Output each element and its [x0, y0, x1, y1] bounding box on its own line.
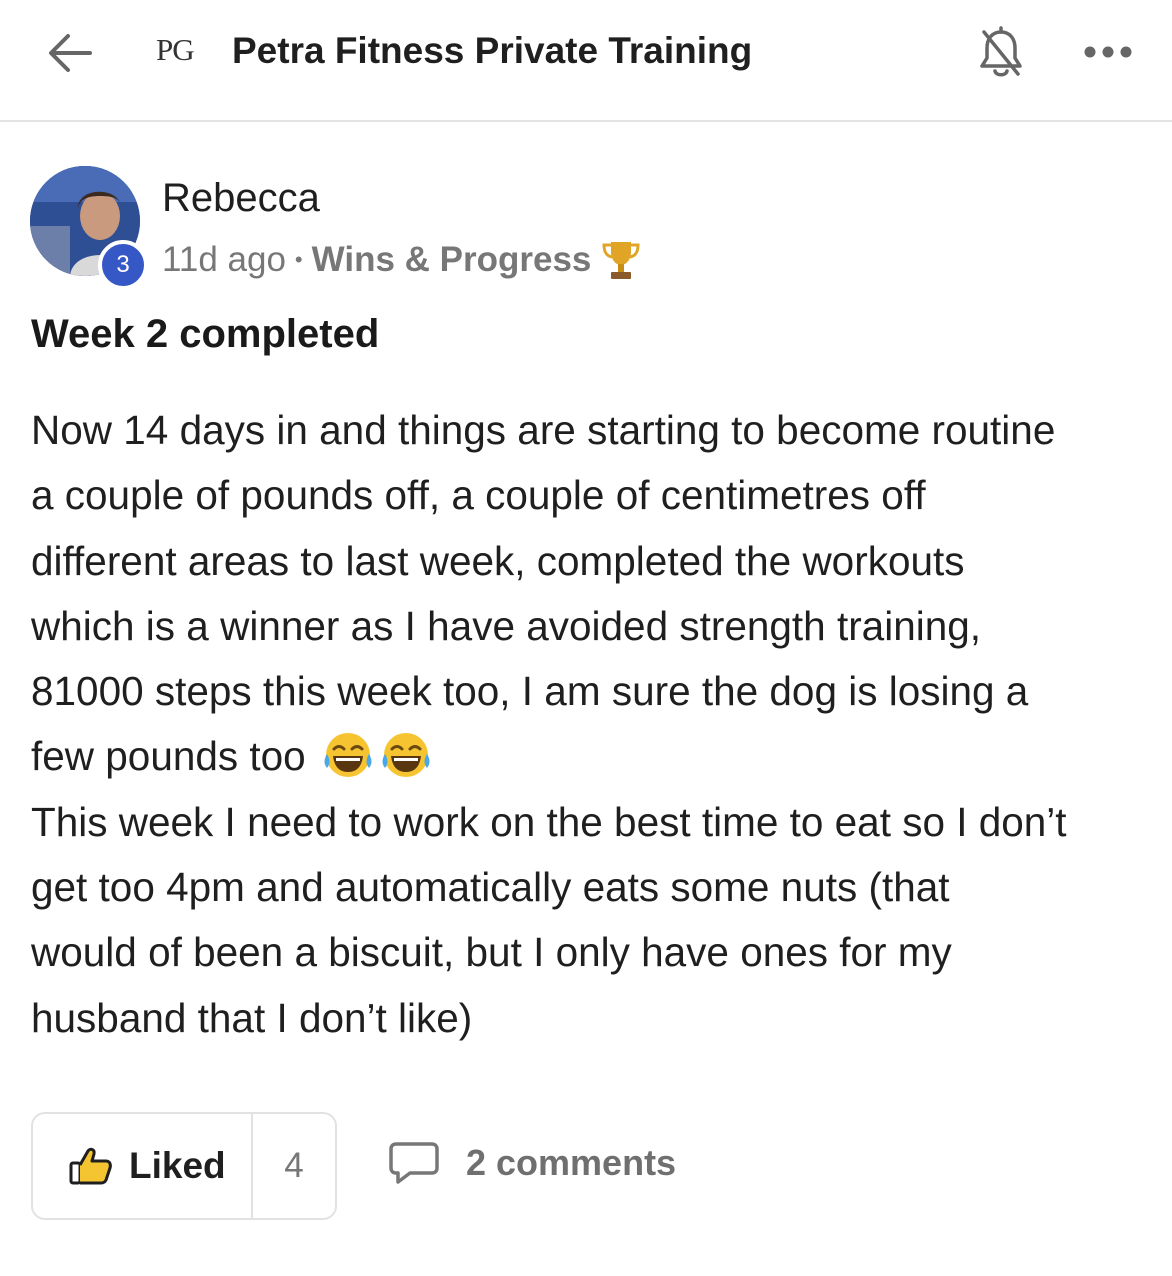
comments-label: 2 comments: [466, 1142, 677, 1183]
trophy-icon: [602, 242, 640, 279]
post-body-line: different areas to last week, completed …: [31, 537, 965, 584]
like-button[interactable]: Liked: [33, 1114, 253, 1218]
tears-of-joy-emoji: [379, 728, 433, 782]
post-body-line: get too 4pm and automatically eats some …: [31, 864, 950, 911]
post-body-line-text: few pounds too: [31, 733, 306, 780]
group-title[interactable]: Petra Fitness Private Training: [232, 30, 752, 72]
notifications-toggle-button[interactable]: [976, 26, 1026, 82]
post-body-line: husband that I don’t like): [31, 994, 473, 1041]
author-avatar-container: 3: [30, 166, 148, 290]
like-count[interactable]: 4: [253, 1114, 335, 1218]
post-time: 11d ago: [162, 240, 286, 279]
post-body-line: This week I need to work on the best tim…: [31, 798, 1067, 845]
comments-button[interactable]: 2 comments: [388, 1140, 676, 1186]
post-body-line-with-emoji: few pounds too: [31, 724, 1151, 789]
tears-of-joy-emoji: [321, 728, 375, 782]
comment-icon: [389, 1142, 439, 1184]
like-label: Liked: [129, 1145, 226, 1186]
post-body: Now 14 days in and things are starting t…: [31, 398, 1151, 1051]
top-bar: PG Petra Fitness Private Training: [0, 0, 1172, 122]
meta-separator: •: [294, 247, 303, 272]
like-control: Liked 4: [31, 1112, 337, 1220]
thumbs-up-icon: [69, 1147, 112, 1185]
post-body-line: 81000 steps this week too, I am sure the…: [31, 668, 1029, 715]
post-meta: 11d ago • Wins & Progress: [162, 238, 641, 282]
more-options-button[interactable]: [1082, 38, 1134, 66]
bell-off-icon: [980, 26, 1022, 77]
post-title: Week 2 completed: [31, 312, 380, 356]
group-logo[interactable]: PG: [156, 32, 195, 68]
more-horizontal-icon: [1084, 46, 1132, 58]
level-badge: 3: [98, 240, 148, 290]
arrow-left-icon: [49, 34, 92, 72]
post-category[interactable]: Wins & Progress: [312, 240, 592, 280]
post-body-line: which is a winner as I have avoided stre…: [31, 602, 982, 649]
post-body-line: a couple of pounds off, a couple of cent…: [31, 472, 926, 519]
author-name[interactable]: Rebecca: [162, 176, 320, 221]
back-button[interactable]: [44, 28, 96, 78]
post-body-line: would of been a biscuit, but I only have…: [31, 929, 952, 976]
post-body-line: Now 14 days in and things are starting t…: [31, 407, 1056, 453]
